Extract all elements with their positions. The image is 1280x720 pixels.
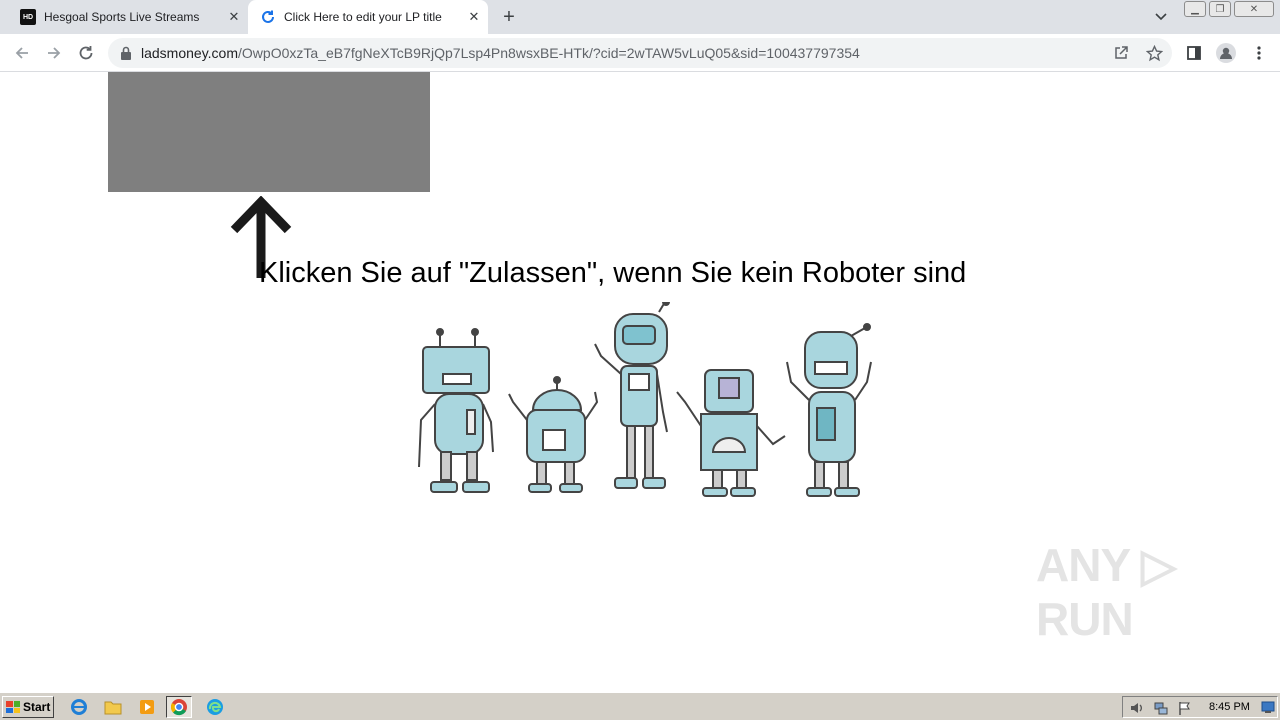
- page-headline: Klicken Sie auf "Zulassen", wenn Sie kei…: [259, 257, 967, 289]
- share-icon: [1115, 46, 1128, 59]
- arrow-left-icon: [15, 47, 28, 59]
- tab-strip: HD Hesgoal Sports Live Streams ✕ Click H…: [0, 0, 1280, 34]
- hd-favicon-icon: HD: [20, 9, 36, 25]
- kebab-menu-icon: [1257, 46, 1261, 60]
- windows-logo-icon: [6, 701, 20, 713]
- new-tab-button[interactable]: +: [498, 6, 520, 28]
- robot-3: [594, 302, 670, 489]
- close-tab-icon[interactable]: ✕: [466, 9, 482, 25]
- back-button[interactable]: [11, 42, 33, 64]
- robot-5: [786, 323, 872, 497]
- show-desktop-icon[interactable]: [1261, 701, 1275, 714]
- address-bar[interactable]: ladsmoney.com/OwpO0xzTa_eB7fgNeXTcB9RjQp…: [108, 38, 1172, 68]
- tab-title: Hesgoal Sports Live Streams: [44, 10, 200, 24]
- gray-placeholder-box: [108, 72, 430, 192]
- lock-icon[interactable]: [120, 46, 132, 60]
- edge-icon: [207, 699, 223, 715]
- side-panel-button[interactable]: [1183, 42, 1205, 64]
- explorer-taskbar-button[interactable]: [100, 696, 126, 718]
- window-close-button[interactable]: ✕: [1234, 1, 1274, 17]
- menu-button[interactable]: [1248, 42, 1270, 64]
- robot-4: [676, 369, 786, 497]
- url-text[interactable]: ladsmoney.com/OwpO0xzTa_eB7fgNeXTcB9RjQp…: [141, 45, 860, 61]
- anyrun-watermark: ANY ▷ RUN: [1036, 539, 1176, 645]
- tab-title: Click Here to edit your LP title: [284, 10, 442, 24]
- forward-button[interactable]: [43, 42, 65, 64]
- reload-icon: [79, 46, 93, 60]
- chevron-down-icon[interactable]: [1152, 8, 1170, 26]
- profile-button[interactable]: [1215, 42, 1237, 64]
- network-icon[interactable]: [1153, 700, 1169, 716]
- taskbar: Start 8:45 PM: [0, 692, 1280, 720]
- tab-lp-title[interactable]: Click Here to edit your LP title ✕: [248, 0, 488, 34]
- media-player-icon: [140, 700, 154, 714]
- avatar-icon: [1216, 43, 1236, 63]
- media-player-taskbar-button[interactable]: [134, 696, 160, 718]
- bookmark-button[interactable]: [1143, 42, 1165, 64]
- chrome-taskbar-button[interactable]: [166, 696, 192, 718]
- side-panel-icon: [1187, 46, 1201, 60]
- star-icon: [1145, 44, 1163, 61]
- url-host: ladsmoney.com: [141, 45, 239, 61]
- arrow-right-icon: [48, 47, 61, 59]
- minimize-button[interactable]: ▁: [1184, 1, 1206, 17]
- close-tab-icon[interactable]: ✕: [226, 9, 242, 25]
- ie-taskbar-button[interactable]: [66, 696, 92, 718]
- volume-icon[interactable]: [1129, 700, 1145, 716]
- tab-hesgoal[interactable]: HD Hesgoal Sports Live Streams ✕: [8, 0, 248, 34]
- start-label: Start: [23, 700, 51, 714]
- system-tray: 8:45 PM: [1122, 696, 1278, 718]
- robot-2: [508, 376, 599, 493]
- action-center-flag-icon[interactable]: [1177, 700, 1193, 716]
- start-button[interactable]: Start: [2, 696, 54, 718]
- clock[interactable]: 8:45 PM: [1209, 701, 1250, 713]
- share-button[interactable]: [1110, 42, 1132, 64]
- folder-icon: [104, 701, 122, 715]
- edge-taskbar-button[interactable]: [202, 696, 228, 718]
- restore-button[interactable]: ❐: [1209, 1, 1231, 17]
- url-path: /OwpO0xzTa_eB7fgNeXTcB9RjQp7Lsp4Pn8wsxBE…: [238, 45, 860, 61]
- internet-explorer-icon: [71, 699, 87, 715]
- chrome-icon: [170, 699, 187, 716]
- reload-button[interactable]: [75, 42, 97, 64]
- robots-illustration: [418, 302, 872, 497]
- robot-1: [418, 328, 494, 493]
- loading-icon: [262, 10, 274, 23]
- browser-toolbar: ladsmoney.com/OwpO0xzTa_eB7fgNeXTcB9RjQp…: [0, 34, 1280, 72]
